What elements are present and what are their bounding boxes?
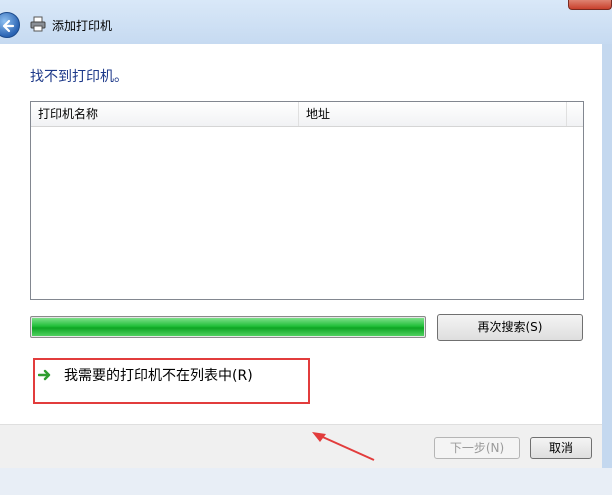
back-button[interactable] xyxy=(0,12,20,38)
cancel-button[interactable]: 取消 xyxy=(530,437,592,459)
printer-list[interactable]: 打印机名称 地址 xyxy=(30,101,584,300)
page-heading: 找不到打印机。 xyxy=(30,69,128,85)
next-button[interactable]: 下一步(N) xyxy=(434,437,520,459)
annotation-highlight-box xyxy=(33,358,310,404)
window-close-button[interactable] xyxy=(568,0,612,10)
progress-fill xyxy=(32,318,424,336)
annotation-arrow-icon xyxy=(312,432,375,461)
column-header-printer-name[interactable]: 打印机名称 xyxy=(31,102,299,126)
add-printer-window: 添加打印机 找不到打印机。 打印机名称 地址 再次搜索(S) 我需要的打印机不在… xyxy=(0,0,612,495)
window-frame-bottom xyxy=(0,468,612,495)
search-progress-bar xyxy=(30,316,426,338)
search-again-button[interactable]: 再次搜索(S) xyxy=(437,314,583,341)
back-arrow-icon xyxy=(2,19,15,33)
column-header-filler xyxy=(567,102,583,126)
window-title: 添加打印机 xyxy=(52,19,113,33)
wizard-content: 找不到打印机。 打印机名称 地址 再次搜索(S) 我需要的打印机不在列表中(R) xyxy=(0,44,602,424)
list-header: 打印机名称 地址 xyxy=(31,102,583,127)
window-frame-right xyxy=(602,44,612,468)
title-bar: 添加打印机 xyxy=(0,0,612,44)
printer-icon xyxy=(30,16,46,32)
column-header-address[interactable]: 地址 xyxy=(299,102,567,126)
